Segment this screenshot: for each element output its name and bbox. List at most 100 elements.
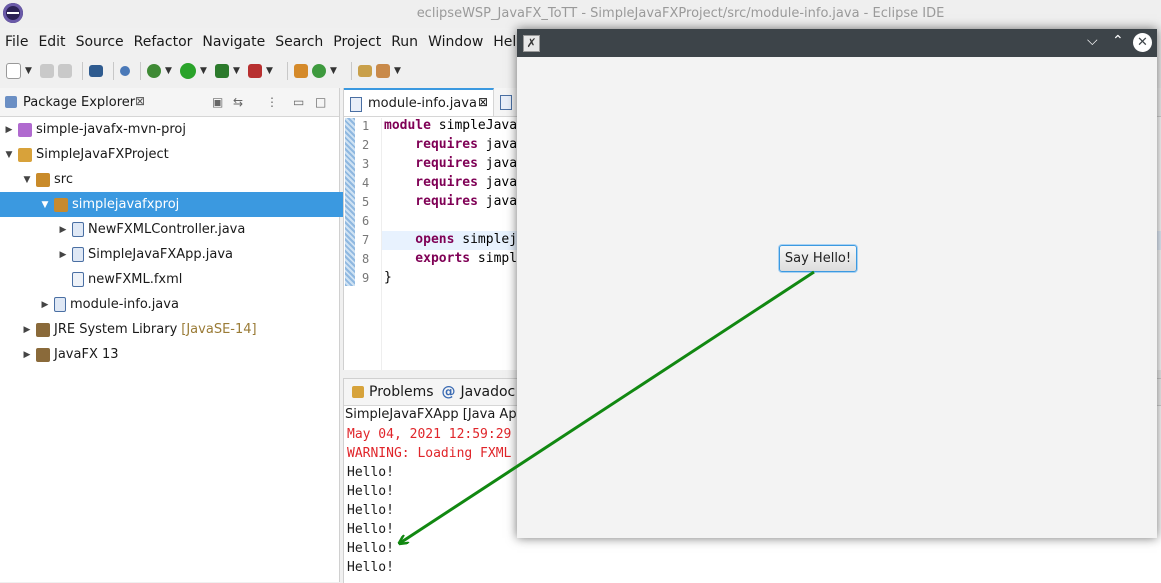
package-explorer-tab[interactable]: Package Explorer bbox=[23, 95, 135, 110]
tree-item[interactable]: ▶ module-info.java bbox=[0, 292, 378, 317]
code-text-segment: java bbox=[477, 137, 518, 152]
console-line: Hello! bbox=[347, 503, 394, 518]
coverage-icon[interactable] bbox=[215, 64, 229, 78]
tab-problems[interactable]: Problems bbox=[352, 384, 434, 400]
tab-problems-label: Problems bbox=[369, 384, 434, 400]
save-icon[interactable] bbox=[40, 64, 54, 78]
code-line: module simpleJava bbox=[384, 118, 517, 133]
console-line: Hello! bbox=[347, 484, 394, 499]
tree-item[interactable]: ▶ JavaFX 13 bbox=[0, 342, 360, 367]
tree-item[interactable]: ▶ NewFXMLController.java bbox=[0, 217, 396, 242]
chevron-right-icon[interactable]: ▶ bbox=[22, 325, 32, 335]
tree-item-label: newFXML.fxml bbox=[88, 272, 183, 287]
debug-icon[interactable] bbox=[147, 64, 161, 78]
collapse-all-icon[interactable]: ▣ bbox=[212, 95, 223, 109]
debug-dropdown-icon[interactable]: ▼ bbox=[165, 66, 172, 76]
console-line: Hello! bbox=[347, 522, 394, 537]
menu-project[interactable]: Project bbox=[328, 34, 386, 50]
chevron-right-icon[interactable]: ▶ bbox=[40, 300, 50, 310]
tab-javadoc[interactable]: @ Javadoc bbox=[442, 384, 516, 400]
tab-module-info[interactable]: module-info.java ⊠ bbox=[344, 88, 494, 116]
save-all-icon[interactable] bbox=[58, 64, 72, 78]
menu-source[interactable]: Source bbox=[71, 34, 129, 50]
minimize-icon[interactable]: ▭ bbox=[293, 95, 304, 109]
menu-refactor[interactable]: Refactor bbox=[129, 34, 198, 50]
search-icon[interactable] bbox=[376, 64, 390, 78]
java-file-icon[interactable] bbox=[500, 95, 512, 110]
minimize-icon[interactable]: ⌵ bbox=[1087, 33, 1098, 49]
code-text-segment: java bbox=[477, 175, 518, 190]
tree-item[interactable]: ▼ SimpleJavaFXProject bbox=[0, 142, 342, 167]
javafx-title-bar[interactable]: ✗ ⌵ ⌃ ✕ bbox=[517, 29, 1157, 57]
menu-navigate[interactable]: Navigate bbox=[197, 34, 270, 50]
java-file-icon bbox=[72, 247, 84, 262]
menu-window[interactable]: Window bbox=[423, 34, 488, 50]
chevron-down-icon[interactable]: ▼ bbox=[40, 200, 50, 210]
skip-breakpoints-icon[interactable] bbox=[120, 66, 130, 76]
chevron-right-icon[interactable]: ▶ bbox=[4, 125, 14, 135]
menu-run[interactable]: Run bbox=[386, 34, 423, 50]
tree-item-decoration: [JavaSE-14] bbox=[181, 322, 257, 337]
menu-file[interactable]: File bbox=[0, 34, 33, 50]
chevron-right-icon[interactable]: ▶ bbox=[58, 250, 68, 260]
console-description: SimpleJavaFXApp [Java Appli bbox=[345, 407, 533, 422]
chevron-right-icon[interactable]: ▶ bbox=[22, 350, 32, 360]
say-hello-button[interactable]: Say Hello! bbox=[779, 245, 857, 272]
package-explorer-tab-bar: Package Explorer ⊠ ▣ ⇆ ⋮ ▭ □ bbox=[0, 88, 339, 117]
xml-file-icon bbox=[72, 272, 84, 287]
tree-item[interactable]: newFXML.fxml bbox=[0, 267, 396, 292]
code-line: requires java bbox=[384, 137, 517, 152]
maximize-icon[interactable]: ⌃ bbox=[1112, 33, 1124, 49]
external-tools-icon[interactable] bbox=[248, 64, 262, 78]
new-class-icon[interactable] bbox=[312, 64, 326, 78]
close-icon[interactable]: ⊠ bbox=[135, 94, 145, 108]
code-line: requires java bbox=[384, 194, 517, 209]
open-type-icon[interactable] bbox=[358, 65, 372, 77]
menu-edit[interactable]: Edit bbox=[33, 34, 70, 50]
code-keyword: requires bbox=[384, 137, 478, 152]
code-keyword: exports bbox=[384, 251, 471, 266]
view-menu-icon[interactable]: ⋮ bbox=[266, 95, 278, 109]
code-keyword: requires bbox=[384, 194, 478, 209]
run-dropdown-icon[interactable]: ▼ bbox=[200, 66, 207, 76]
tree-item[interactable]: ▶ simple-javafx-mvn-proj bbox=[0, 117, 342, 142]
external-tools-dropdown-icon[interactable]: ▼ bbox=[266, 66, 273, 76]
terminal-icon[interactable] bbox=[89, 65, 103, 77]
tree-item-label: JRE System Library bbox=[54, 322, 178, 337]
tree-item-label: JavaFX 13 bbox=[54, 347, 119, 362]
link-with-editor-icon[interactable]: ⇆ bbox=[233, 95, 243, 109]
new-dropdown-icon[interactable]: ▼ bbox=[25, 66, 32, 76]
chevron-right-icon[interactable]: ▶ bbox=[58, 225, 68, 235]
x-window-icon: ✗ bbox=[523, 35, 540, 52]
maven-project-icon bbox=[18, 122, 32, 137]
tree-item[interactable]: ▼ src bbox=[0, 167, 360, 192]
code-line: requires java bbox=[384, 175, 517, 190]
code-line: requires java bbox=[384, 156, 517, 171]
close-icon[interactable]: ⊠ bbox=[478, 95, 488, 109]
toolbar-divider bbox=[287, 62, 288, 80]
maximize-icon[interactable]: □ bbox=[315, 95, 326, 109]
coverage-dropdown-icon[interactable]: ▼ bbox=[233, 66, 240, 76]
title-bar: eclipseWSP_JavaFX_ToTT - SimpleJavaFXPro… bbox=[0, 0, 1161, 28]
menu-search[interactable]: Search bbox=[270, 34, 328, 50]
menu-bar: File Edit Source Refactor Navigate Searc… bbox=[0, 28, 525, 55]
tree-item[interactable]: ▶ JRE System Library [JavaSE-14] bbox=[0, 317, 360, 342]
close-icon[interactable]: ✕ bbox=[1133, 33, 1152, 52]
new-icon[interactable] bbox=[6, 63, 21, 79]
code-keyword: module bbox=[384, 118, 431, 133]
code-text-segment: } bbox=[384, 270, 392, 285]
code-line: opens simplej bbox=[384, 232, 517, 247]
tree-item-label: NewFXMLController.java bbox=[88, 222, 246, 237]
chevron-down-icon[interactable]: ▼ bbox=[22, 175, 32, 185]
run-icon[interactable] bbox=[180, 63, 196, 79]
tree-item[interactable]: ▶ SimpleJavaFXApp.java bbox=[0, 242, 396, 267]
search-dropdown-icon[interactable]: ▼ bbox=[394, 66, 401, 76]
tree-item[interactable]: ▼ simplejavafxproj bbox=[0, 192, 378, 217]
chevron-down-icon[interactable]: ▼ bbox=[4, 150, 14, 160]
code-text-segment: simplej bbox=[454, 232, 518, 247]
tree-item-label: simplejavafxproj bbox=[72, 197, 180, 212]
new-class-dropdown-icon[interactable]: ▼ bbox=[330, 66, 337, 76]
java-file-icon bbox=[350, 97, 362, 112]
new-package-icon[interactable] bbox=[294, 64, 308, 78]
source-folder-icon bbox=[36, 172, 50, 187]
